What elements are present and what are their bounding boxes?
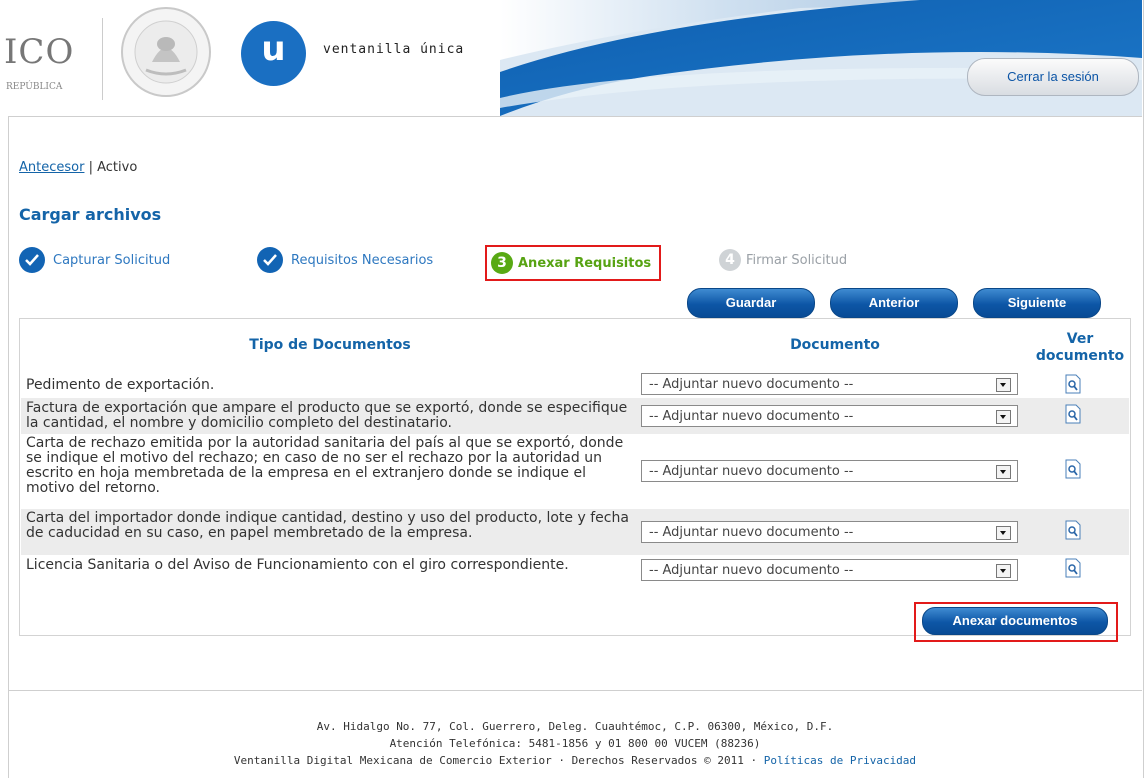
column-header-documento: Documento xyxy=(790,337,880,353)
header: ICO REPÚBLICA u ventanilla única Cerrar … xyxy=(4,0,1142,117)
breadcrumb-current: Activo xyxy=(97,160,138,175)
vu-logo-letter: u xyxy=(261,29,286,69)
view-document-icon[interactable] xyxy=(1065,404,1081,424)
national-seal-icon xyxy=(116,4,216,100)
save-button[interactable]: Guardar xyxy=(687,288,815,318)
footer-phone: Atención Telefónica: 5481-1856 y 01 800 … xyxy=(389,737,761,750)
check-icon xyxy=(257,247,283,273)
step-label: Capturar Solicitud xyxy=(53,252,171,268)
breadcrumb: Antecesor | Activo xyxy=(19,160,137,175)
wizard-steps: Capturar Solicitud Requisitos Necesarios… xyxy=(19,243,919,281)
footer-divider xyxy=(8,690,1142,691)
view-document-icon[interactable] xyxy=(1065,374,1081,394)
step-number-badge: 3 xyxy=(491,252,513,274)
document-select-value: -- Adjuntar nuevo documento -- xyxy=(649,464,854,479)
logout-button[interactable]: Cerrar la sesión xyxy=(967,58,1139,96)
document-select[interactable]: -- Adjuntar nuevo documento -- xyxy=(641,521,1018,543)
step-number-badge: 4 xyxy=(719,249,741,271)
ventanilla-unica-title: ventanilla única xyxy=(323,42,465,57)
document-select[interactable]: -- Adjuntar nuevo documento -- xyxy=(641,460,1018,482)
document-select[interactable]: -- Adjuntar nuevo documento -- xyxy=(641,373,1018,395)
view-document-icon[interactable] xyxy=(1065,459,1081,479)
dropdown-arrow-icon xyxy=(996,526,1011,540)
dropdown-arrow-icon xyxy=(996,410,1011,424)
dropdown-arrow-icon xyxy=(996,465,1011,479)
view-document-icon[interactable] xyxy=(1065,558,1081,578)
document-type-label: Factura de exportación que ampare el pro… xyxy=(26,400,628,431)
table-row: Pedimento de exportación. -- Adjuntar nu… xyxy=(21,371,1129,397)
documents-table: Tipo de Documentos Documento Ver documen… xyxy=(19,318,1131,636)
check-icon xyxy=(19,247,45,273)
attach-documents-button[interactable]: Anexar documentos xyxy=(922,607,1108,635)
document-select-value: -- Adjuntar nuevo documento -- xyxy=(649,525,854,540)
step-firmar-solicitud: 4 Firmar Solicitud xyxy=(719,243,847,277)
table-row: Factura de exportación que ampare el pro… xyxy=(21,398,1129,434)
breadcrumb-separator: | xyxy=(84,160,98,175)
step-label: Anexar Requisitos xyxy=(518,255,652,271)
dropdown-arrow-icon xyxy=(996,564,1011,578)
table-row: Licencia Sanitaria o del Aviso de Funcio… xyxy=(21,556,1129,588)
document-select[interactable]: -- Adjuntar nuevo documento -- xyxy=(641,405,1018,427)
column-header-ver-documento: Ver documento xyxy=(1035,331,1125,364)
footer: Av. Hidalgo No. 77, Col. Guerrero, Deleg… xyxy=(8,718,1142,769)
document-select-value: -- Adjuntar nuevo documento -- xyxy=(649,563,854,578)
document-select-value: -- Adjuntar nuevo documento -- xyxy=(649,409,854,424)
next-button[interactable]: Siguiente xyxy=(973,288,1101,318)
view-document-icon[interactable] xyxy=(1065,520,1081,540)
mexico-logo-text: ICO xyxy=(4,32,75,72)
privacy-policy-link[interactable]: Políticas de Privacidad xyxy=(764,754,916,767)
step-requisitos-necesarios[interactable]: Requisitos Necesarios xyxy=(257,243,433,277)
document-type-label: Carta de rechazo emitida por la autorida… xyxy=(26,435,624,496)
document-type-label: Carta del importador donde indique canti… xyxy=(26,510,629,541)
breadcrumb-link-antecesor[interactable]: Antecesor xyxy=(19,160,84,175)
footer-copyright-line: Ventanilla Digital Mexicana de Comercio … xyxy=(8,752,1142,769)
footer-copyright: Ventanilla Digital Mexicana de Comercio … xyxy=(233,754,764,767)
document-type-label: Licencia Sanitaria o del Aviso de Funcio… xyxy=(26,557,569,573)
dropdown-arrow-icon xyxy=(996,378,1011,392)
ventanilla-unica-logo: u xyxy=(241,21,306,86)
step-capturar-solicitud[interactable]: Capturar Solicitud xyxy=(19,243,170,277)
header-divider xyxy=(102,18,103,100)
step-label: Requisitos Necesarios xyxy=(291,252,434,268)
footer-address: Av. Hidalgo No. 77, Col. Guerrero, Deleg… xyxy=(316,720,834,733)
step-label: Firmar Solicitud xyxy=(746,252,848,268)
table-row: Carta del importador donde indique canti… xyxy=(21,509,1129,555)
column-header-tipo: Tipo de Documentos xyxy=(249,337,411,353)
document-select[interactable]: -- Adjuntar nuevo documento -- xyxy=(641,559,1018,581)
step-anexar-requisitos: 3 Anexar Requisitos xyxy=(485,245,662,281)
mexico-logo-subtext: REPÚBLICA xyxy=(6,82,63,92)
previous-button[interactable]: Anterior xyxy=(830,288,958,318)
page-title: Cargar archivos xyxy=(19,205,162,224)
table-row: Carta de rechazo emitida por la autorida… xyxy=(21,434,1129,509)
mexico-government-logo: ICO REPÚBLICA xyxy=(4,10,104,100)
document-select-value: -- Adjuntar nuevo documento -- xyxy=(649,377,854,392)
document-type-label: Pedimento de exportación. xyxy=(26,377,215,393)
